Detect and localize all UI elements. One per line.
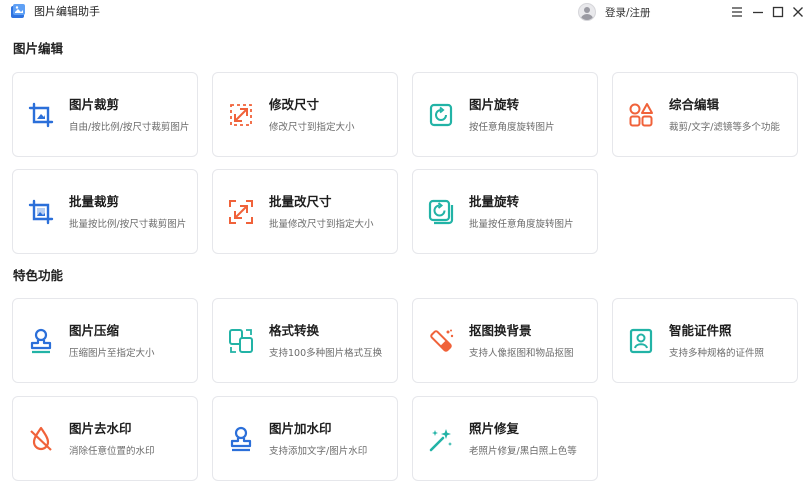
rotate-icon xyxy=(427,101,455,129)
card-description: 支持人像抠图和物品抠图 xyxy=(469,348,574,359)
minimize-icon[interactable] xyxy=(749,3,767,21)
card-image-crop[interactable]: 图片裁剪 自由/按比例/按尺寸裁剪图片 xyxy=(12,72,198,157)
card-resize[interactable]: 修改尺寸 修改尺寸到指定大小 xyxy=(212,72,398,157)
card-title: 格式转换 xyxy=(269,323,320,338)
card-description: 修改尺寸到指定大小 xyxy=(269,122,355,133)
card-title: 智能证件照 xyxy=(669,323,732,338)
card-description: 老照片修复/黑白照上色等 xyxy=(469,446,577,457)
card-title: 综合编辑 xyxy=(669,97,720,112)
card-title: 批量裁剪 xyxy=(69,194,120,209)
convert-icon xyxy=(227,327,255,355)
app-logo-icon xyxy=(9,3,27,21)
login-button[interactable]: 登录/注册 xyxy=(578,2,651,22)
card-description: 支持多种规格的证件照 xyxy=(669,348,765,359)
section-title-image-edit: 图片编辑 xyxy=(13,41,64,56)
card-description: 消除任意位置的水印 xyxy=(69,446,155,457)
stamp-icon xyxy=(27,327,55,355)
card-batch-rotate[interactable]: 批量旋转 批量按任意角度旋转图片 xyxy=(412,169,598,254)
batch-crop-icon xyxy=(27,198,55,226)
app-title: 图片编辑助手 xyxy=(34,5,100,18)
card-title: 批量旋转 xyxy=(469,194,520,209)
card-title: 图片加水印 xyxy=(269,421,332,436)
card-title: 图片裁剪 xyxy=(69,97,120,112)
card-description: 批量修改尺寸到指定大小 xyxy=(269,219,374,230)
card-title: 图片旋转 xyxy=(469,97,520,112)
section-title-featured: 特色功能 xyxy=(13,268,64,283)
card-remove-watermark[interactable]: 图片去水印 消除任意位置的水印 xyxy=(12,396,198,481)
maximize-icon[interactable] xyxy=(769,3,787,21)
card-description: 支持100多种图片格式互换 xyxy=(269,348,383,359)
card-description: 自由/按比例/按尺寸裁剪图片 xyxy=(69,122,190,133)
avatar[interactable] xyxy=(578,3,596,21)
shapes-icon xyxy=(627,101,655,129)
card-batch-crop[interactable]: 批量裁剪 批量按比例/按尺寸裁剪图片 xyxy=(12,169,198,254)
add-watermark-icon xyxy=(227,425,255,453)
card-comprehensive-edit[interactable]: 综合编辑 裁剪/文字/滤镜等多个功能 xyxy=(612,72,798,157)
card-title: 抠图换背景 xyxy=(469,323,532,338)
id-photo-icon xyxy=(627,327,655,355)
card-photo-restore[interactable]: 照片修复 老照片修复/黑白照上色等 xyxy=(412,396,598,481)
menu-icon[interactable] xyxy=(728,3,746,21)
resize-icon xyxy=(227,101,255,129)
login-label[interactable]: 登录/注册 xyxy=(605,5,651,20)
card-add-watermark[interactable]: 图片加水印 支持添加文字/图片水印 xyxy=(212,396,398,481)
card-description: 裁剪/文字/滤镜等多个功能 xyxy=(669,122,780,133)
card-title: 修改尺寸 xyxy=(269,97,320,112)
card-batch-resize[interactable]: 批量改尺寸 批量修改尺寸到指定大小 xyxy=(212,169,398,254)
card-image-rotate[interactable]: 图片旋转 按任意角度旋转图片 xyxy=(412,72,598,157)
close-icon[interactable] xyxy=(789,3,807,21)
card-image-compress[interactable]: 图片压缩 压缩图片至指定大小 xyxy=(12,298,198,383)
title-bar: 图片编辑助手 登录/注册 xyxy=(0,0,811,26)
card-description: 按任意角度旋转图片 xyxy=(469,122,555,133)
batch-resize-icon xyxy=(227,198,255,226)
card-title: 批量改尺寸 xyxy=(269,194,332,209)
card-description: 支持添加文字/图片水印 xyxy=(269,446,368,457)
card-description: 压缩图片至指定大小 xyxy=(69,348,155,359)
crop-icon xyxy=(27,101,55,129)
card-title: 图片压缩 xyxy=(69,323,120,338)
magic-wand-icon xyxy=(427,425,455,453)
card-description: 批量按比例/按尺寸裁剪图片 xyxy=(69,219,187,230)
card-format-convert[interactable]: 格式转换 支持100多种图片格式互换 xyxy=(212,298,398,383)
card-title: 图片去水印 xyxy=(69,421,132,436)
eraser-icon xyxy=(427,327,455,355)
remove-watermark-icon xyxy=(27,425,55,453)
batch-rotate-icon xyxy=(427,198,455,226)
card-title: 照片修复 xyxy=(469,421,520,436)
card-cutout-background[interactable]: 抠图换背景 支持人像抠图和物品抠图 xyxy=(412,298,598,383)
card-smart-id-photo[interactable]: 智能证件照 支持多种规格的证件照 xyxy=(612,298,798,383)
card-description: 批量按任意角度旋转图片 xyxy=(469,219,574,230)
